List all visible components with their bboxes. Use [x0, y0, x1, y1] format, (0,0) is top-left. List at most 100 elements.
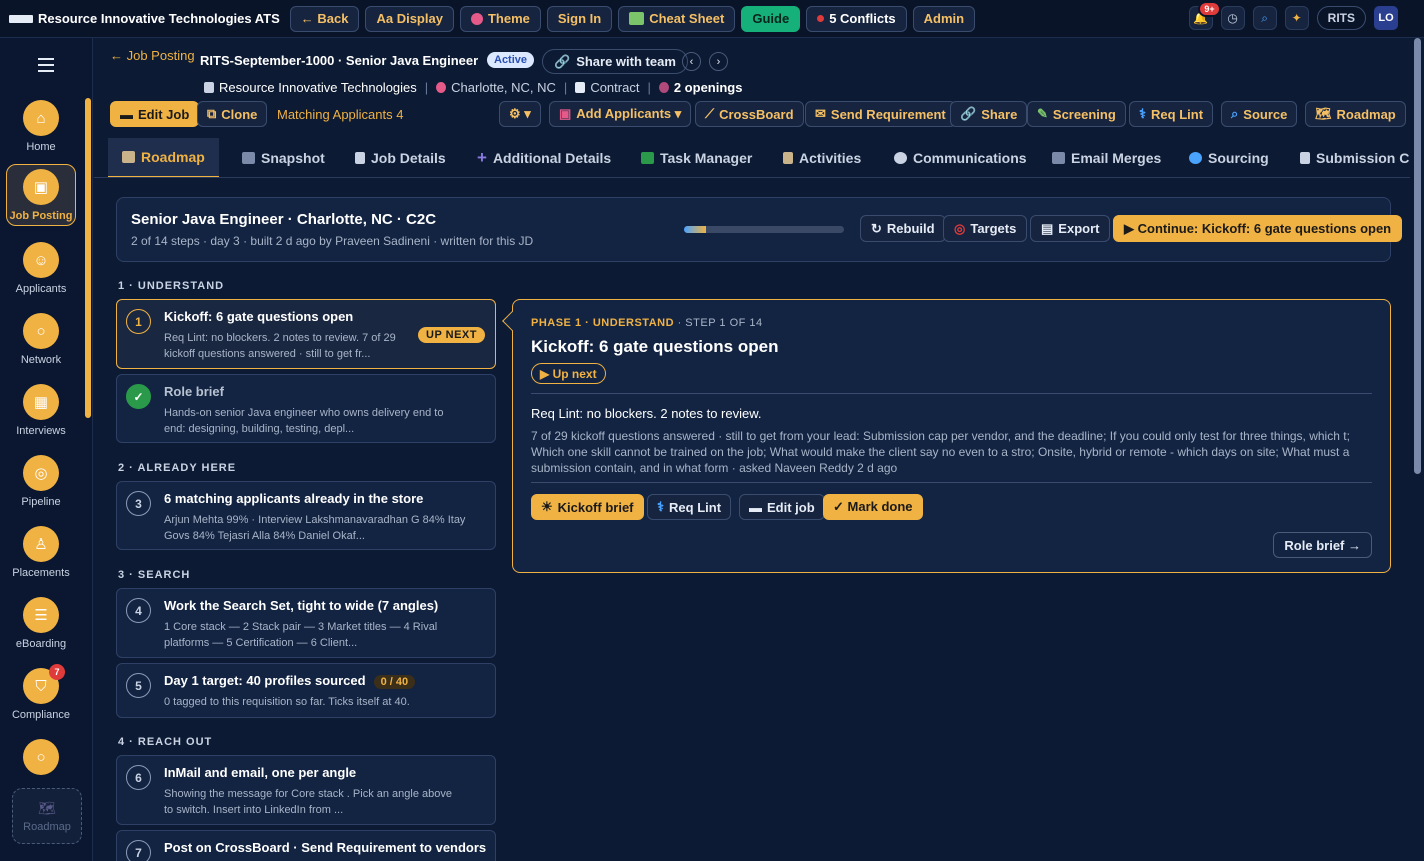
display-button[interactable]: Aa Display — [365, 5, 454, 32]
share-button[interactable]: 🔗 Share — [950, 101, 1028, 127]
sidebar-item-job-posting[interactable]: ▣ Job Posting — [6, 164, 76, 226]
admin-button[interactable]: Admin — [912, 5, 976, 32]
back-to-job-posting-link[interactable]: ← Job Posting — [110, 48, 195, 63]
req-lint-button[interactable]: ⚕ Req Lint — [1129, 101, 1214, 127]
guide-button[interactable]: Guide — [741, 5, 801, 32]
tab-email-merges[interactable]: Email Merges — [1052, 138, 1161, 177]
sidebar-item-label: Network — [20, 354, 62, 366]
summary-title: Senior Java Engineer · Charlotte, NC · C… — [131, 211, 437, 228]
source-button[interactable]: ⌕ Source — [1221, 101, 1298, 127]
sidebar-item-interviews[interactable]: ▦ Interviews — [0, 384, 82, 437]
org-switcher[interactable]: RITS — [1316, 6, 1366, 30]
clock-icon: ◷ — [1227, 11, 1238, 25]
step-card-3[interactable]: 3 6 matching applicants already in the s… — [116, 481, 496, 550]
crossboard-button[interactable]: ⟋ CrossBoard — [695, 101, 804, 127]
send-requirement-button[interactable]: ✉ Send Requirement — [805, 101, 956, 127]
tab-sourcing[interactable]: Sourcing — [1189, 138, 1269, 177]
settings-dropdown[interactable]: ⚙ ▾ — [499, 101, 541, 127]
sidebar-item-label: Applicants — [15, 283, 67, 295]
clone-button[interactable]: ⧉ Clone — [197, 101, 268, 127]
company-label: Resource Innovative Technologies — [219, 80, 417, 95]
export-button[interactable]: ▤ Export — [1030, 215, 1111, 242]
sidebar-item-more[interactable]: ○ — [0, 739, 82, 775]
map-icon: 🗺 — [1315, 106, 1332, 121]
sidebar-item-compliance[interactable]: ⛉ 7 Compliance — [0, 664, 82, 721]
share-with-team-button[interactable]: 🔗 Share with team — [542, 49, 688, 74]
kickoff-brief-button[interactable]: ☀ Kickoff brief — [531, 494, 644, 520]
detail-edit-job-button[interactable]: ▬ Edit job — [739, 494, 825, 520]
targets-button[interactable]: ◎ Targets — [943, 215, 1028, 242]
copy-icon: ⧉ — [207, 106, 217, 121]
sidebar-item-eboarding[interactable]: ☰ eBoarding — [0, 597, 82, 650]
sidebar-item-network[interactable]: ○ Network — [0, 313, 82, 366]
theme-button[interactable]: Theme — [459, 5, 541, 32]
breadcrumb: ← Job Posting — [110, 48, 195, 63]
scroll-icon — [783, 152, 793, 164]
step-card-7[interactable]: 7 Post on CrossBoard · Send Requirement … — [116, 830, 496, 861]
next-job-button[interactable]: › — [709, 52, 728, 71]
screening-label: Screening — [1052, 106, 1116, 122]
back-button[interactable]: ← Back — [289, 5, 360, 32]
sidebar-item-placements[interactable]: ♙ Placements — [0, 526, 82, 579]
tab-task-manager[interactable]: Task Manager — [641, 138, 753, 177]
prev-job-button[interactable]: ‹ — [682, 52, 701, 71]
tab-submission-checklist[interactable]: Submission Che — [1300, 138, 1410, 177]
roadmap-button[interactable]: 🗺 Roadmap — [1305, 101, 1406, 127]
hamburger-menu-icon[interactable] — [38, 58, 54, 76]
detail-body: 7 of 29 kickoff questions answered · sti… — [531, 429, 1350, 475]
add-applicants-dropdown[interactable]: ▣ Add Applicants ▾ — [549, 101, 692, 127]
step-card-4[interactable]: 4 Work the Search Set, tight to wide (7 … — [116, 588, 496, 658]
section-reach-out: 4 · REACH OUT — [118, 736, 213, 748]
share-label: Share — [981, 106, 1018, 122]
user-avatar[interactable]: LO — [1374, 6, 1398, 30]
step-description: Showing the message for Core stack . Pic… — [164, 788, 452, 816]
detail-req-lint-button[interactable]: ⚕ Req Lint — [647, 494, 732, 520]
step-title: Day 1 target: 40 profiles sourced 0 / 40 — [164, 673, 416, 689]
shield-icon: ⛉ 7 — [23, 664, 65, 704]
search-button[interactable]: ⌕ — [1252, 6, 1277, 30]
tab-roadmap[interactable]: Roadmap — [108, 138, 219, 177]
step-card-6[interactable]: 6 InMail and email, one per angle Showin… — [116, 755, 496, 825]
sparkle-button[interactable]: ✦ — [1284, 6, 1309, 30]
step-card-1[interactable]: 1 Kickoff: 6 gate questions open Req Lin… — [116, 299, 496, 369]
continue-button[interactable]: ▶ Continue: Kickoff: 6 gate questions op… — [1113, 215, 1403, 242]
phase-name: PHASE 1 · UNDERSTAND — [531, 317, 675, 329]
tab-snapshot[interactable]: Snapshot — [242, 138, 325, 177]
sidebar-item-applicants[interactable]: ☺ Applicants — [0, 242, 82, 295]
rebuild-button[interactable]: ↻ Rebuild — [860, 215, 946, 242]
tab-additional-details[interactable]: + Additional Details — [477, 138, 611, 177]
step-card-5[interactable]: 5 Day 1 target: 40 profiles sourced 0 / 4… — [116, 663, 496, 718]
meta-separator: | — [424, 80, 429, 95]
mark-done-button[interactable]: ✓ Mark done — [823, 494, 923, 520]
job-type: Contract — [575, 80, 639, 95]
edit-job-button[interactable]: ▬ Edit Job — [110, 101, 200, 127]
notifications-button[interactable]: 🔔 9+ — [1188, 1, 1221, 30]
tab-label: Job Details — [371, 150, 446, 166]
step-title: Role brief — [164, 384, 224, 399]
clock-button[interactable]: ◷ — [1220, 6, 1245, 30]
cheat-sheet-button[interactable]: Cheat Sheet — [618, 5, 736, 32]
matching-applicants-link[interactable]: Matching Applicants 4 — [277, 107, 403, 122]
conflicts-button[interactable]: 5 Conflicts — [806, 5, 907, 32]
sign-in-button[interactable]: Sign In — [546, 5, 613, 32]
screening-button[interactable]: ✎ Screening — [1027, 101, 1126, 127]
tab-communications[interactable]: Communications — [894, 138, 1027, 177]
sidebar-scrollbar[interactable] — [85, 98, 91, 418]
tab-label: Task Manager — [660, 150, 753, 166]
tab-activities[interactable]: Activities — [783, 138, 861, 177]
sidebar-roadmap[interactable]: 🗺 Roadmap — [12, 788, 82, 844]
tab-job-details[interactable]: Job Details — [355, 138, 446, 177]
award-icon: ♙ — [23, 526, 59, 562]
building-icon — [204, 82, 214, 93]
company-name: Resource Innovative Technologies — [204, 80, 417, 95]
step-card-2[interactable]: ✓ Role brief Hands-on senior Java engine… — [116, 374, 496, 443]
role-brief-next-button[interactable]: Role brief → — [1273, 532, 1372, 558]
sidebar-item-pipeline[interactable]: ◎ Pipeline — [0, 455, 82, 508]
map-icon: 🗺 — [38, 799, 56, 816]
tab-label: Submission Che — [1316, 150, 1410, 166]
section-search: 3 · SEARCH — [118, 569, 191, 581]
sidebar-item-home[interactable]: ⌂ Home — [0, 100, 82, 153]
share-with-team-label: Share with team — [576, 54, 676, 69]
page-scrollbar[interactable] — [1414, 38, 1421, 474]
status-badge: Active — [487, 52, 535, 68]
